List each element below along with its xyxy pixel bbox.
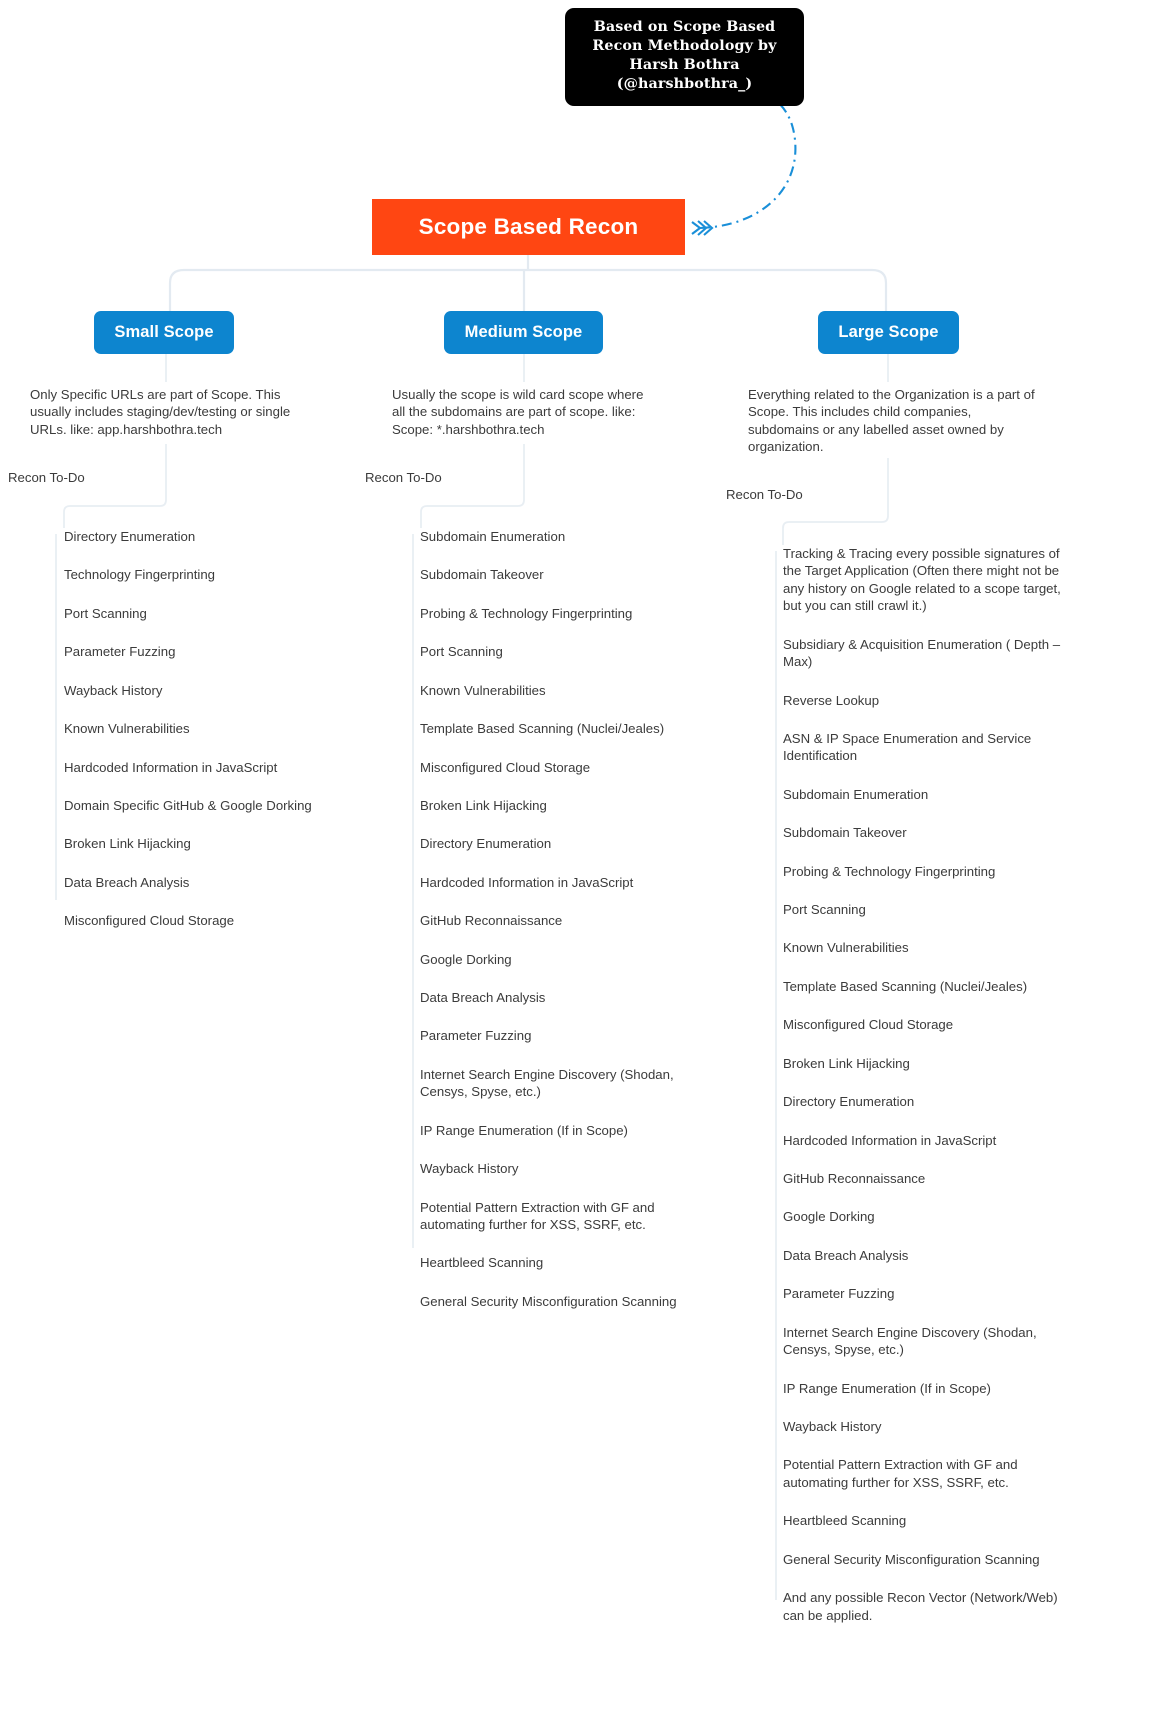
task-item[interactable]: Domain Specific GitHub & Google Dorking xyxy=(64,797,354,814)
branch-node-medium-scope[interactable]: Medium Scope xyxy=(444,311,603,354)
task-item[interactable]: General Security Misconfiguration Scanni… xyxy=(420,1293,710,1310)
branch-node-large-scope[interactable]: Large Scope xyxy=(818,311,959,354)
task-item[interactable]: Template Based Scanning (Nuclei/Jeales) xyxy=(420,720,710,737)
task-item[interactable]: Wayback History xyxy=(783,1418,1063,1435)
task-item[interactable]: Parameter Fuzzing xyxy=(64,643,354,660)
task-item[interactable]: Subdomain Takeover xyxy=(420,566,710,583)
task-list-large-scope: Tracking & Tracing every possible signat… xyxy=(783,545,1063,1624)
task-item[interactable]: Data Breach Analysis xyxy=(783,1247,1063,1264)
task-item[interactable]: Tracking & Tracing every possible signat… xyxy=(783,545,1063,615)
task-item[interactable]: Parameter Fuzzing xyxy=(783,1285,1063,1302)
task-item[interactable]: Subsidiary & Acquisition Enumeration ( D… xyxy=(783,636,1063,671)
task-item[interactable]: Reverse Lookup xyxy=(783,692,1063,709)
task-item[interactable]: Known Vulnerabilities xyxy=(783,939,1063,956)
task-item[interactable]: Broken Link Hijacking xyxy=(420,797,710,814)
recon-todo-label-large-scope: Recon To-Do xyxy=(726,487,803,502)
task-item[interactable]: Google Dorking xyxy=(783,1208,1063,1225)
task-item[interactable]: Port Scanning xyxy=(64,605,354,622)
task-item[interactable]: Wayback History xyxy=(420,1160,710,1177)
task-item[interactable]: Internet Search Engine Discovery (Shodan… xyxy=(420,1066,710,1101)
task-item[interactable]: ASN & IP Space Enumeration and Service I… xyxy=(783,730,1063,765)
task-item[interactable]: Data Breach Analysis xyxy=(64,874,354,891)
task-list-medium-scope: Subdomain Enumeration Subdomain Takeover P… xyxy=(420,528,710,1310)
branch-description-medium-scope: Usually the scope is wild card scope whe… xyxy=(392,387,644,437)
arrow-tail-icon xyxy=(691,220,714,236)
task-item[interactable]: And any possible Recon Vector (Network/W… xyxy=(783,1589,1063,1624)
branch-description-large-scope: Everything related to the Organization i… xyxy=(748,387,1035,455)
task-item[interactable]: Directory Enumeration xyxy=(420,835,710,852)
task-item[interactable]: Subdomain Enumeration xyxy=(783,786,1063,803)
task-item[interactable]: Misconfigured Cloud Storage xyxy=(783,1016,1063,1033)
task-item[interactable]: Misconfigured Cloud Storage xyxy=(420,759,710,776)
recon-todo-label-small-scope: Recon To-Do xyxy=(8,470,85,485)
task-item[interactable]: GitHub Reconnaissance xyxy=(783,1170,1063,1187)
task-item[interactable]: Known Vulnerabilities xyxy=(64,720,354,737)
task-item[interactable]: Probing & Technology Fingerprinting xyxy=(783,863,1063,880)
task-item[interactable]: Subdomain Enumeration xyxy=(420,528,710,545)
task-item[interactable]: Directory Enumeration xyxy=(783,1093,1063,1110)
task-item[interactable]: Probing & Technology Fingerprinting xyxy=(420,605,710,622)
mindmap-canvas: Based on Scope Based Recon Methodology b… xyxy=(0,0,1154,1732)
task-item[interactable]: Directory Enumeration xyxy=(64,528,354,545)
task-item[interactable]: Technology Fingerprinting xyxy=(64,566,354,583)
task-item[interactable]: Hardcoded Information in JavaScript xyxy=(420,874,710,891)
task-item[interactable]: GitHub Reconnaissance xyxy=(420,912,710,929)
task-item[interactable]: Broken Link Hijacking xyxy=(783,1055,1063,1072)
task-item[interactable]: Google Dorking xyxy=(420,951,710,968)
task-item[interactable]: Hardcoded Information in JavaScript xyxy=(783,1132,1063,1149)
task-item[interactable]: Potential Pattern Extraction with GF and… xyxy=(783,1456,1063,1491)
credit-callout: Based on Scope Based Recon Methodology b… xyxy=(565,8,804,106)
task-item[interactable]: Known Vulnerabilities xyxy=(420,682,710,699)
branch-node-small-scope[interactable]: Small Scope xyxy=(94,311,234,354)
task-item[interactable]: Wayback History xyxy=(64,682,354,699)
task-item[interactable]: Hardcoded Information in JavaScript xyxy=(64,759,354,776)
task-item[interactable]: Parameter Fuzzing xyxy=(420,1027,710,1044)
task-item[interactable]: Port Scanning xyxy=(783,901,1063,918)
task-item[interactable]: Data Breach Analysis xyxy=(420,989,710,1006)
task-item[interactable]: Subdomain Takeover xyxy=(783,824,1063,841)
task-item[interactable]: Potential Pattern Extraction with GF and… xyxy=(420,1199,710,1234)
task-item[interactable]: General Security Misconfiguration Scanni… xyxy=(783,1551,1063,1568)
task-item[interactable]: Internet Search Engine Discovery (Shodan… xyxy=(783,1324,1063,1359)
recon-todo-label-medium-scope: Recon To-Do xyxy=(365,470,442,485)
task-item[interactable]: Heartbleed Scanning xyxy=(783,1512,1063,1529)
task-item[interactable]: IP Range Enumeration (If in Scope) xyxy=(783,1380,1063,1397)
task-item[interactable]: Heartbleed Scanning xyxy=(420,1254,710,1271)
task-item[interactable]: Misconfigured Cloud Storage xyxy=(64,912,354,929)
root-node-scope-based-recon[interactable]: Scope Based Recon xyxy=(372,199,685,255)
task-item[interactable]: IP Range Enumeration (If in Scope) xyxy=(420,1122,710,1139)
branch-description-small-scope: Only Specific URLs are part of Scope. Th… xyxy=(30,387,291,437)
task-item[interactable]: Port Scanning xyxy=(420,643,710,660)
task-list-small-scope: Directory Enumeration Technology Fingerpr… xyxy=(64,528,354,930)
task-item[interactable]: Template Based Scanning (Nuclei/Jeales) xyxy=(783,978,1063,995)
task-item[interactable]: Broken Link Hijacking xyxy=(64,835,354,852)
